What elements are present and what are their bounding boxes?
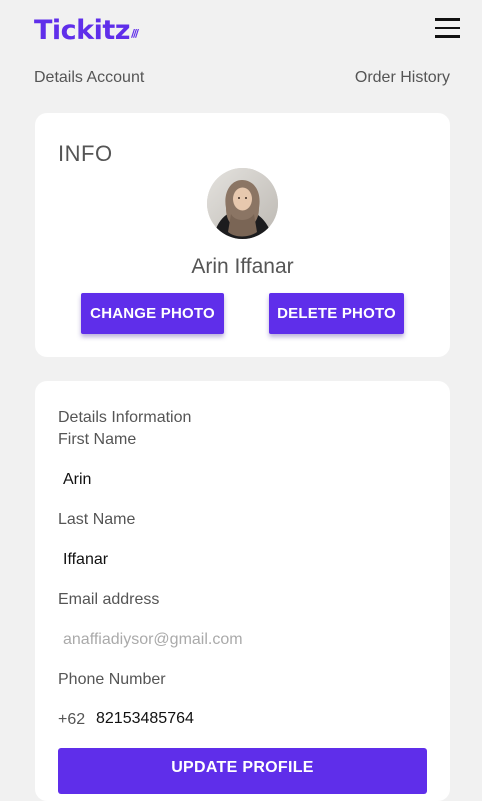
email-label: Email address xyxy=(58,591,160,608)
details-title: Details Information xyxy=(58,409,192,426)
delete-photo-button[interactable]: DELETE PHOTO xyxy=(269,293,404,334)
profile-tabs: Details Account Order History xyxy=(0,66,482,92)
email-field[interactable]: anaffiadiysor@gmail.com xyxy=(63,630,243,650)
logo-mark: /// xyxy=(131,27,139,40)
tickitz-logo[interactable]: Tickitz/// xyxy=(34,14,139,53)
tab-details-account[interactable]: Details Account xyxy=(34,66,144,90)
phone-country-code: +62 xyxy=(58,711,86,728)
hamburger-menu-icon[interactable] xyxy=(435,18,460,38)
info-title: INFO xyxy=(58,141,113,166)
last-name-label: Last Name xyxy=(58,511,136,528)
phone-label: Phone Number xyxy=(58,671,166,688)
phone-field[interactable]: 82153485764 xyxy=(96,709,194,729)
first-name-label: First Name xyxy=(58,431,137,448)
avatar xyxy=(207,168,278,239)
tab-order-history[interactable]: Order History xyxy=(355,66,450,90)
logo-text: Tickitz xyxy=(34,15,131,46)
first-name-field[interactable]: Arin xyxy=(63,470,91,490)
update-profile-button[interactable]: UPDATE PROFILE xyxy=(58,748,427,794)
details-card: Details Information First Name Arin Last… xyxy=(35,381,450,801)
app-header: Tickitz/// xyxy=(0,0,482,60)
profile-name: Arin Iffanar xyxy=(191,255,294,278)
avatar-photo xyxy=(207,168,278,239)
last-name-field[interactable]: Iffanar xyxy=(63,550,108,570)
change-photo-button[interactable]: CHANGE PHOTO xyxy=(81,293,224,334)
info-card: INFO Arin Iffanar CHANGE PHOTO DELETE PH… xyxy=(35,113,450,357)
